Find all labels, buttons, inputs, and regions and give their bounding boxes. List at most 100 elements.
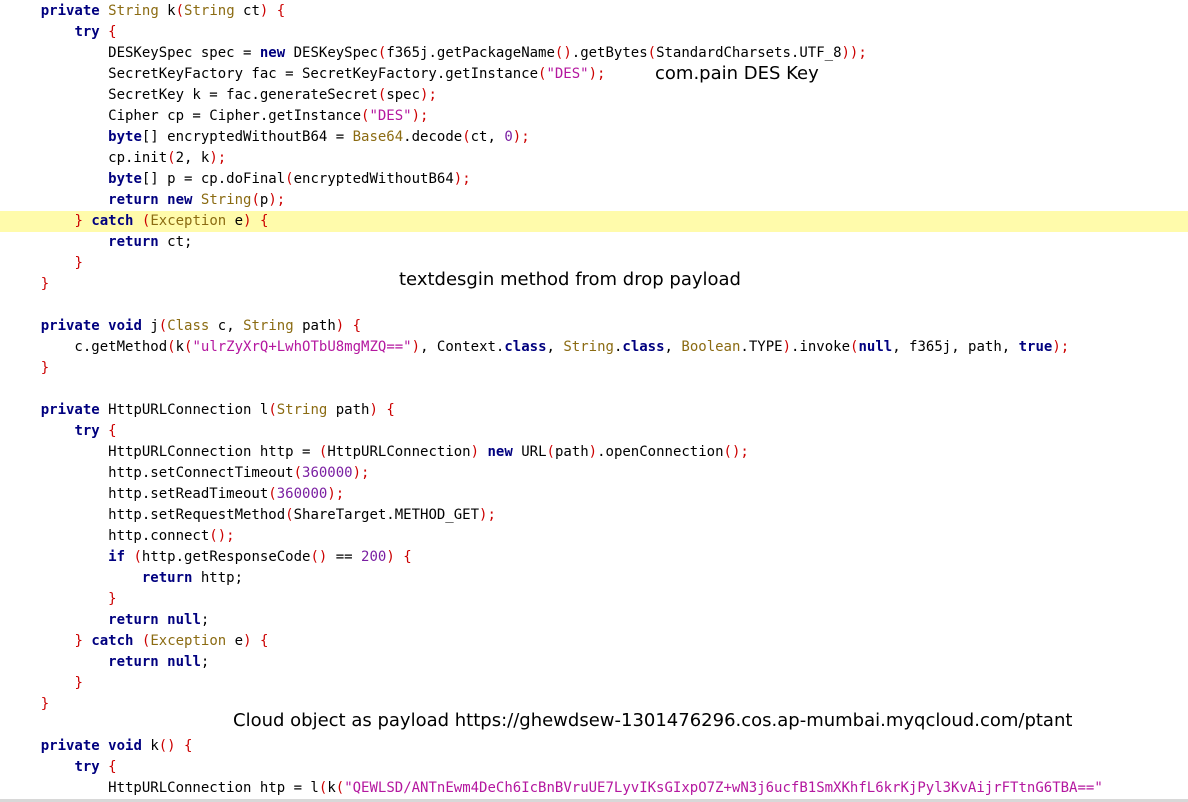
code-token: path xyxy=(293,318,336,334)
code-line-text: HttpURLConnection htp = l(k("QEWLSD/ANTn… xyxy=(7,778,1103,799)
code-token: { xyxy=(352,318,362,334)
code-line-text: http.connect(); xyxy=(7,526,234,547)
code-token: "QEWLSD/ANTnEwm4DeCh6IcBnBVruUE7LyvIKsGI… xyxy=(344,780,1103,796)
code-line-text: cp.init(2, k); xyxy=(7,148,226,169)
code-token: { xyxy=(108,423,117,439)
code-token: byte xyxy=(108,129,142,145)
code-token: ); xyxy=(512,129,530,145)
code-token: String xyxy=(184,3,235,19)
code-token: ); xyxy=(479,507,496,523)
code-line-text: c.getMethod(k("ulrZyXrQ+LwhOTbU8mgMZQ=="… xyxy=(7,337,1069,358)
code-token: ( xyxy=(462,129,471,145)
code-token: ( xyxy=(335,780,345,796)
code-token: k xyxy=(141,738,159,754)
code-line: try { xyxy=(0,421,1188,442)
code-token: Cipher cp = Cipher.getInstance xyxy=(7,108,362,124)
code-line: } catch (Exception e) { xyxy=(0,211,1188,232)
code-token: "DES" xyxy=(546,66,589,82)
code-token: ); xyxy=(352,465,370,481)
code-line-text: } catch (Exception e) { xyxy=(7,631,268,652)
code-token: , Context. xyxy=(420,339,505,355)
code-token: .invoke xyxy=(791,339,851,355)
code-token: == xyxy=(327,549,362,565)
code-token: String xyxy=(276,402,328,418)
code-token: )); xyxy=(841,45,867,61)
code-token: () xyxy=(310,549,328,565)
code-token: URL xyxy=(512,444,547,460)
code-token: private xyxy=(40,738,100,754)
textdesgin-annotation: textdesgin method from drop payload xyxy=(399,269,741,290)
code-line: cp.init(2, k); xyxy=(0,148,1188,169)
code-token: private xyxy=(40,318,100,334)
code-token: j xyxy=(141,318,159,334)
code-token: HttpURLConnection http = xyxy=(7,444,319,460)
code-token: encryptedWithoutB64 xyxy=(293,171,454,187)
code-line-text: return new String(p); xyxy=(7,190,285,211)
code-token: HttpURLConnection htp = l xyxy=(7,780,319,796)
code-token: k xyxy=(175,339,185,355)
code-token: c.getMethod xyxy=(7,339,168,355)
code-line: byte[] p = cp.doFinal(encryptedWithoutB6… xyxy=(0,169,1188,190)
code-line-text: SecretKey k = fac.generateSecret(spec); xyxy=(7,85,437,106)
code-line: SecretKey k = fac.generateSecret(spec); xyxy=(0,85,1188,106)
code-token: } xyxy=(74,675,83,691)
code-line-text: } xyxy=(7,358,49,379)
code-token: Boolean xyxy=(681,339,741,355)
code-line: private void k() { xyxy=(0,736,1188,757)
code-token: DESKeySpec spec = xyxy=(7,45,260,61)
code-token: ( xyxy=(268,402,277,418)
code-token: () xyxy=(158,738,176,754)
code-token: , xyxy=(546,339,564,355)
code-token: ) xyxy=(335,318,345,334)
code-token: } xyxy=(40,696,50,712)
code-token: Base64 xyxy=(352,129,404,145)
code-token: return xyxy=(108,192,159,208)
code-line-text: http.setRequestMethod(ShareTarget.METHOD… xyxy=(7,505,496,526)
code-line-text: try { xyxy=(7,22,116,43)
code-token: return xyxy=(141,570,193,586)
code-token: ( xyxy=(293,465,303,481)
code-line: private void j(Class c, String path) { xyxy=(0,316,1188,337)
code-line-text: return null; xyxy=(7,652,209,673)
code-line-text: try { xyxy=(7,421,117,442)
code-token: .openConnection xyxy=(597,444,724,460)
code-token: Exception xyxy=(150,633,227,649)
code-token: ct xyxy=(234,3,260,19)
code-token: return xyxy=(108,654,159,670)
code-token: catch xyxy=(91,213,134,229)
code-line: SecretKeyFactory fac = SecretKeyFactory.… xyxy=(0,64,1188,85)
cloud-payload-annotation: Cloud object as payload https://ghewdsew… xyxy=(233,710,1073,731)
code-token: void xyxy=(108,738,142,754)
code-token: Exception xyxy=(150,213,227,229)
code-token: } xyxy=(74,633,83,649)
code-line: return null; xyxy=(0,610,1188,631)
code-token: String xyxy=(243,318,294,334)
code-token: String xyxy=(563,339,614,355)
code-line: if (http.getResponseCode() == 200) { xyxy=(0,547,1188,568)
code-token: SecretKeyFactory fac = SecretKeyFactory.… xyxy=(7,66,539,82)
des-key-annotation: com.pain DES Key xyxy=(655,63,819,84)
code-token: Class xyxy=(167,318,210,334)
code-token: http.setConnectTimeout xyxy=(7,465,294,481)
code-line: return null; xyxy=(0,652,1188,673)
code-token: HttpURLConnection l xyxy=(99,402,269,418)
code-line-text: http.setReadTimeout(360000); xyxy=(7,484,344,505)
code-line: http.setConnectTimeout(360000); xyxy=(0,463,1188,484)
code-token: [] p = cp.doFinal xyxy=(141,171,286,187)
